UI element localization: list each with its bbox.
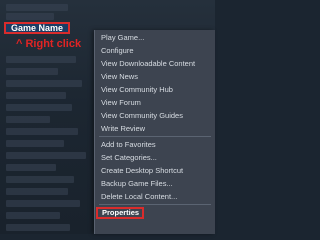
right-click-annotation: ^ Right click: [16, 38, 82, 50]
menu-item-create-desktop-shortcut[interactable]: Create Desktop Shortcut: [101, 165, 183, 177]
game-list-item[interactable]: [6, 176, 74, 183]
game-list-item[interactable]: [6, 92, 66, 99]
context-menu: Play Game... Configure View Downloadable…: [94, 30, 215, 234]
menu-item-properties[interactable]: Properties: [96, 207, 144, 219]
game-list-item[interactable]: [6, 104, 72, 111]
menu-item-configure[interactable]: Configure: [101, 45, 134, 57]
game-list-item[interactable]: [6, 80, 82, 87]
menu-separator: [99, 136, 211, 137]
menu-item-play-game[interactable]: Play Game...: [101, 32, 144, 44]
menu-item-view-community-guides[interactable]: View Community Guides: [101, 110, 183, 122]
game-list-item[interactable]: [6, 128, 78, 135]
game-list-item[interactable]: [6, 56, 76, 63]
menu-item-delete-local-content[interactable]: Delete Local Content...: [101, 191, 177, 203]
game-list-item[interactable]: [6, 68, 58, 75]
selected-game-item[interactable]: Game Name: [4, 22, 70, 34]
game-list-item[interactable]: [6, 13, 54, 20]
game-list-item[interactable]: [6, 152, 86, 159]
menu-item-view-community-hub[interactable]: View Community Hub: [101, 84, 173, 96]
game-list-item[interactable]: [6, 164, 56, 171]
game-list-item[interactable]: [6, 116, 50, 123]
game-list-item[interactable]: [6, 212, 60, 219]
game-list-item[interactable]: [6, 188, 68, 195]
menu-item-add-to-favorites[interactable]: Add to Favorites: [101, 139, 156, 151]
game-list-item[interactable]: [6, 200, 80, 207]
menu-item-backup-game-files[interactable]: Backup Game Files...: [101, 178, 173, 190]
menu-item-view-forum[interactable]: View Forum: [101, 97, 141, 109]
game-list-item[interactable]: [6, 4, 68, 11]
menu-item-set-categories[interactable]: Set Categories...: [101, 152, 157, 164]
menu-item-view-dlc[interactable]: View Downloadable Content: [101, 58, 195, 70]
game-list-item[interactable]: [6, 140, 64, 147]
selected-game-label: Game Name: [11, 23, 64, 33]
menu-item-view-news[interactable]: View News: [101, 71, 138, 83]
menu-item-write-review[interactable]: Write Review: [101, 123, 145, 135]
game-list-item[interactable]: [6, 224, 70, 231]
menu-separator: [99, 204, 211, 205]
